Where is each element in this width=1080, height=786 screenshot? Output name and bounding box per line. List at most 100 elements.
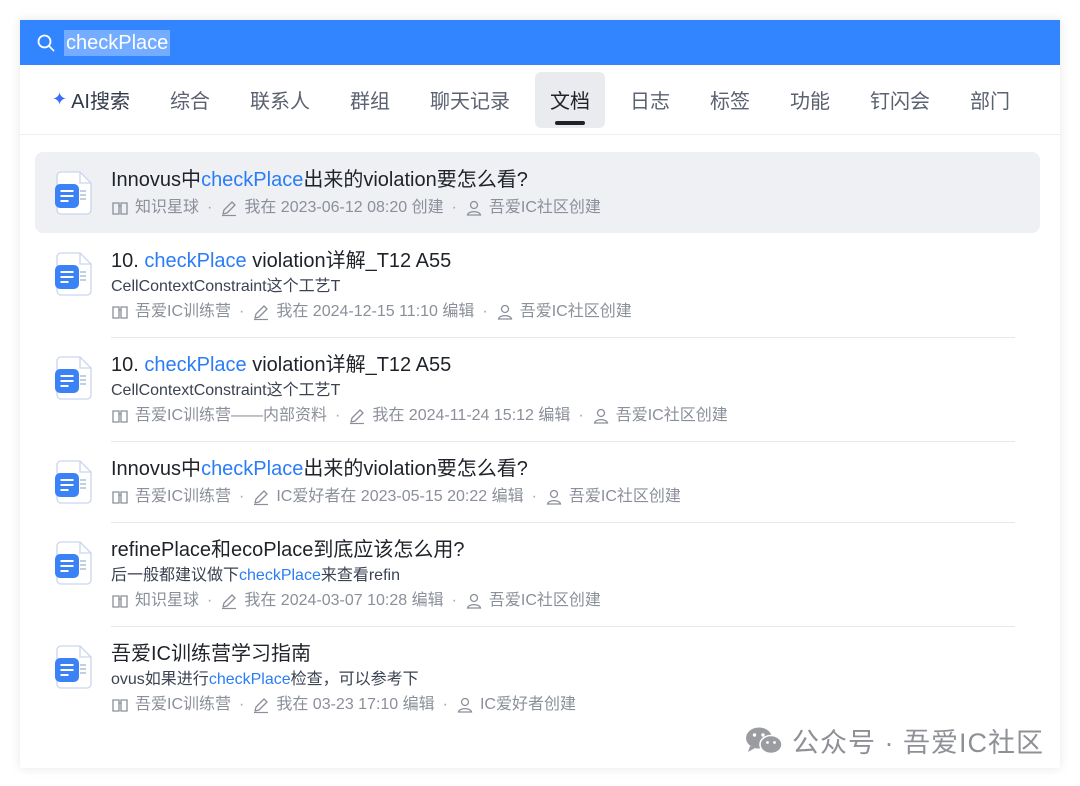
tab-label: 联系人 [250,91,310,113]
result-snippet: 后一般都建议做下checkPlace来查看refin [111,565,1020,587]
meta-separator: · [239,303,245,320]
result-owner: 吾爱IC社区创建 [568,488,681,505]
result-snippet: ovus如果进行checkPlace检查，可以参考下 [111,669,1020,691]
book-icon [111,488,129,506]
tab-departments[interactable]: 部门 [955,72,1025,128]
result-title: Innovus中checkPlace出来的violation要怎么看? [111,166,1020,194]
title-text: violation详解_T12 A55 [246,354,452,376]
person-icon [496,303,514,321]
title-highlight: checkPlace [201,458,304,480]
document-icon [53,540,95,586]
result-owner: 吾爱IC社区创建 [488,592,601,609]
document-icon [53,644,95,690]
search-panel: checkPlace ✦ AI搜索 综合 联系人 群组 聊天记录 文档 日志 标签… [20,20,1060,768]
search-bar[interactable]: checkPlace [20,20,1060,65]
title-highlight: checkPlace [201,169,304,191]
document-icon [53,170,95,216]
result-title: 10. checkPlace violation详解_T12 A55 [111,351,1020,379]
pencil-icon [252,696,270,714]
tab-label: 日志 [630,91,670,113]
pencil-icon [348,407,366,425]
person-icon [465,592,483,610]
document-icon [53,355,95,401]
result-editor: 我在 2024-03-07 10:28 编辑 [244,592,444,609]
document-icon [53,251,95,297]
tab-meetings[interactable]: 钉闪会 [855,72,945,128]
meta-separator: · [442,696,448,713]
result-snippet: CellContextConstraint这个工艺T [111,380,1020,402]
tab-all[interactable]: 综合 [155,72,225,128]
pencil-icon [220,199,238,217]
result-meta: 吾爱IC训练营 · IC爱好者在 2023-05-15 20:22 编辑 · 吾爱IC社… [111,485,1020,509]
meta-separator: · [335,407,341,424]
tab-features[interactable]: 功能 [775,72,845,128]
person-icon [592,407,610,425]
result-owner: 吾爱IC社区创建 [488,199,601,216]
tab-label: 聊天记录 [430,91,510,113]
meta-separator: · [207,199,213,216]
result-editor: 我在 03-23 17:10 编辑 [276,696,435,713]
result-title: 10. checkPlace violation详解_T12 A55 [111,247,1020,275]
result-owner: IC爱好者创建 [479,696,576,713]
result-space: 吾爱IC训练营——内部资料 [135,407,328,424]
result-space: 吾爱IC训练营 [135,696,232,713]
result-editor: 我在 2023-06-12 08:20 创建 [244,199,444,216]
search-icon [36,32,58,54]
title-text: Innovus中 [111,169,202,191]
tab-ai-search[interactable]: ✦ AI搜索 [40,72,145,128]
title-text: 出来的violation要怎么看? [303,169,528,191]
result-item[interactable]: 10. checkPlace violation详解_T12 A55 CellCo… [35,337,1040,442]
watermark: 公众号 · 吾爱IC社区 [742,721,1046,760]
sparkle-icon: ✦ [52,89,68,109]
result-item[interactable]: 10. checkPlace violation详解_T12 A55 CellCo… [35,233,1040,338]
meta-separator: · [451,592,457,609]
tab-logs[interactable]: 日志 [615,72,685,128]
tab-groups[interactable]: 群组 [335,72,405,128]
result-item[interactable]: Innovus中checkPlace出来的violation要怎么看? 知识星球 ·… [35,152,1040,233]
meta-separator: · [239,696,245,713]
title-text: Innovus中 [111,458,202,480]
meta-separator: · [207,592,213,609]
snippet-text: CellContextConstraint这个工艺T [111,278,341,295]
book-icon [111,592,129,610]
wechat-icon [744,725,784,757]
search-input[interactable]: checkPlace [64,29,171,56]
result-title: Innovus中checkPlace出来的violation要怎么看? [111,455,1020,483]
result-owner: 吾爱IC社区创建 [519,303,632,320]
tab-documents[interactable]: 文档 [535,71,605,128]
tab-contacts[interactable]: 联系人 [235,72,325,128]
title-highlight: checkPlace [144,354,247,376]
result-space: 吾爱IC训练营 [135,303,232,320]
title-text: refinePlace和ecoPlace到底应该怎么用? [111,539,465,561]
title-text: 出来的violation要怎么看? [303,458,528,480]
title-text: 10. [111,250,145,272]
person-icon [545,488,563,506]
person-icon [465,199,483,217]
result-meta: 吾爱IC训练营 · 我在 03-23 17:10 编辑 · IC爱好者创建 [111,693,1020,717]
category-tabs: ✦ AI搜索 综合 联系人 群组 聊天记录 文档 日志 标签 功能 钉闪会 部门 [20,65,1060,135]
result-meta: 吾爱IC训练营——内部资料 · 我在 2024-11-24 15:12 编辑 · 吾爱I… [111,404,1020,428]
watermark-text: 公众号 · 吾爱IC社区 [792,728,1044,758]
meta-separator: · [578,407,584,424]
tab-label: 综合 [170,91,210,113]
result-editor: IC爱好者在 2023-05-15 20:22 编辑 [276,488,524,505]
tab-label: 文档 [550,91,590,113]
book-icon [111,303,129,321]
result-item[interactable]: 吾爱IC训练营学习指南 ovus如果进行checkPlace检查，可以参考下 吾爱I… [35,626,1040,730]
document-icon [53,459,95,505]
tab-chat-history[interactable]: 聊天记录 [415,72,525,128]
result-item[interactable]: refinePlace和ecoPlace到底应该怎么用? 后一般都建议做下chec… [35,522,1040,627]
tab-label: 钉闪会 [870,91,930,113]
result-space: 知识星球 [135,199,200,216]
snippet-text: CellContextConstraint这个工艺T [111,382,341,399]
result-meta: 吾爱IC训练营 · 我在 2024-12-15 11:10 编辑 · 吾爱IC社区创建 [111,300,1020,324]
meta-separator: · [239,488,245,505]
snippet-text: 后一般都建议做下 [111,567,240,584]
result-item[interactable]: Innovus中checkPlace出来的violation要怎么看? 吾爱IC训… [35,441,1040,523]
result-title: 吾爱IC训练营学习指南 [111,640,1020,668]
tab-label: 功能 [790,91,830,113]
result-title: refinePlace和ecoPlace到底应该怎么用? [111,536,1020,564]
tab-tags[interactable]: 标签 [695,72,765,128]
result-space: 吾爱IC训练营 [135,488,232,505]
title-highlight: checkPlace [144,250,247,272]
